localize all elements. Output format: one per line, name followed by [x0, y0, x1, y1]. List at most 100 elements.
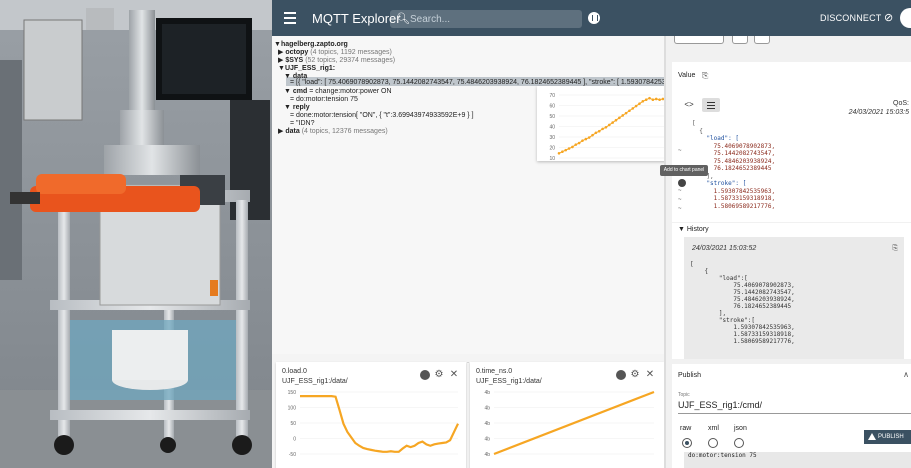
tree-item-cmd-value: = change:motor:power ON — [309, 88, 392, 95]
tree-item-rig-label: UJF_ESS_rig1: — [284, 65, 336, 72]
data-point — [604, 125, 608, 129]
publish-icon — [868, 433, 876, 440]
tree-item-data2[interactable]: ▶ data (4 topics, 12376 messages) — [278, 127, 388, 136]
tree-root-label: hagelberg.zapto.org — [280, 41, 348, 48]
toolbar-button[interactable] — [674, 36, 724, 44]
chart-line-icon[interactable]: ~ — [678, 206, 686, 212]
y-tick-label: -50 — [289, 452, 296, 458]
code-line: "load": [ — [692, 135, 739, 142]
tree-item-data2-meta: (4 topics, 12376 messages) — [301, 128, 388, 135]
data-point — [648, 96, 651, 100]
disconnect-button[interactable]: DISCONNECT — [820, 13, 882, 23]
disconnect-icon[interactable]: ⊘ — [884, 11, 893, 24]
data-point — [641, 100, 645, 103]
message-timestamp: 24/03/2021 15:03:5 — [848, 109, 909, 116]
chevron-up-icon[interactable]: ∧ — [903, 370, 909, 379]
data-point — [628, 109, 631, 113]
data-point — [631, 107, 635, 110]
tree-item-cmd-label: cmd — [292, 88, 308, 95]
y-tick-label: 20 — [549, 146, 555, 152]
code-line: { — [692, 127, 703, 135]
format-radio-raw[interactable] — [682, 438, 692, 448]
data-point — [638, 102, 641, 105]
table-view-icon[interactable] — [702, 98, 720, 112]
publish-title: Publish — [678, 372, 701, 379]
topic-tree: ▼hagelberg.zapto.org ▶ octopy (4 topics,… — [272, 36, 675, 365]
y-tick-label: 4b — [484, 406, 490, 412]
history-entry[interactable]: 24/03/2021 15:03:52 ⎘ [ { "load":[ 75.40… — [684, 237, 904, 359]
menu-icon[interactable] — [284, 10, 296, 26]
format-label-json: json — [734, 425, 747, 432]
y-tick-label: 30 — [549, 135, 555, 141]
y-tick-label: 4b — [484, 390, 490, 396]
history-title-label: History — [686, 226, 709, 233]
y-tick-label: 40 — [549, 125, 555, 131]
data-point — [624, 111, 628, 115]
data-point — [584, 137, 588, 141]
tooltip: Add to chart panel — [660, 165, 708, 176]
data-point — [591, 133, 594, 137]
data-point — [597, 129, 601, 133]
value-title: Value — [678, 72, 696, 79]
chart-line-icon[interactable]: ~ — [678, 197, 686, 203]
time-chart-svg: 4b 4b 4b 4b 4b — [484, 390, 655, 458]
history-timestamp: 24/03/2021 15:03:52 — [692, 245, 757, 252]
topic-label: Topic — [678, 392, 690, 398]
hover-preview-chart: 70 60 50 40 30 20 10 — [537, 86, 676, 161]
format-radio-json[interactable] — [734, 438, 744, 448]
chart-line-icon[interactable]: ~ — [678, 148, 686, 154]
screen: MQTT Explorer 🔍︎ DISCONNECT ⊘ ▼hagelberg… — [0, 0, 911, 468]
y-tick-label: 4b — [484, 421, 490, 427]
copy-icon[interactable]: ⎘ — [702, 71, 708, 81]
history-title[interactable]: ▼ History — [678, 226, 709, 233]
copy-icon[interactable]: ⎘ — [892, 245, 898, 253]
y-tick-label: 50 — [290, 421, 296, 427]
data-point — [594, 131, 598, 135]
search-box[interactable]: 🔍︎ — [390, 10, 582, 28]
format-label-raw: raw — [680, 425, 692, 432]
toolbar-button[interactable] — [754, 36, 770, 44]
y-tick-label: 4b — [484, 437, 490, 443]
code-line: 75.4069078902873, — [692, 142, 776, 150]
history-card: ▼ History 24/03/2021 15:03:52 ⎘ [ { "loa… — [672, 223, 911, 359]
pause-icon[interactable] — [588, 12, 600, 24]
search-input[interactable] — [410, 11, 576, 27]
code-line: 1.58733159318918, — [692, 195, 776, 202]
y-tick-label: 50 — [549, 114, 555, 120]
publish-button[interactable]: PUBLISH — [864, 430, 911, 444]
data-point — [614, 118, 618, 122]
payload-editor[interactable]: do:motor:tension 75 — [684, 452, 911, 468]
code-line: 1.59307842535963, — [692, 187, 776, 195]
tree-item-sys-label: $SYS — [285, 57, 304, 64]
series-line — [300, 395, 459, 453]
history-json: [ { "load":[ 75.4069078902873, 75.144208… — [690, 261, 795, 345]
chart-line-icon[interactable]: ~ — [678, 188, 686, 194]
topic-underline — [678, 413, 911, 414]
toolbar-button[interactable] — [732, 36, 748, 44]
data-point — [564, 148, 568, 152]
y-tick-label: 4b — [484, 452, 490, 458]
rig-photo — [0, 0, 272, 468]
data-point — [561, 150, 564, 153]
data-point — [601, 127, 604, 131]
tree-item-reply-value[interactable]: = done:motor:tension[ "ON", { "t":3.6994… — [290, 111, 474, 120]
search-icon: 🔍︎ — [396, 13, 410, 25]
format-radio-xml[interactable] — [708, 438, 718, 448]
details-panel: Value ⎘ <> QoS: 24/03/2021 15:03:5 ~ ~ ~… — [666, 36, 911, 468]
avatar[interactable] — [900, 8, 911, 28]
data-point — [581, 139, 584, 142]
topic-input[interactable]: UJF_ESS_rig1:/cmd/ — [678, 400, 762, 410]
tree-item-data2-label: data — [285, 128, 300, 135]
load-chart-svg: 150 100 50 0 -50 — [288, 390, 459, 458]
qos-label: QoS: — [893, 100, 909, 107]
check-icon[interactable] — [678, 179, 686, 187]
data-point — [634, 104, 638, 108]
data-point — [587, 136, 591, 139]
code-line: 75.4846203938924, — [692, 157, 776, 165]
code-line: [ — [692, 120, 696, 127]
tree-item-sys-meta: (52 topics, 29374 messages) — [305, 57, 396, 64]
data-point — [557, 151, 561, 155]
tree-item-reply-label: reply — [292, 104, 310, 111]
publish-button-label: PUBLISH — [878, 434, 904, 440]
code-view-icon[interactable]: <> — [680, 98, 698, 112]
